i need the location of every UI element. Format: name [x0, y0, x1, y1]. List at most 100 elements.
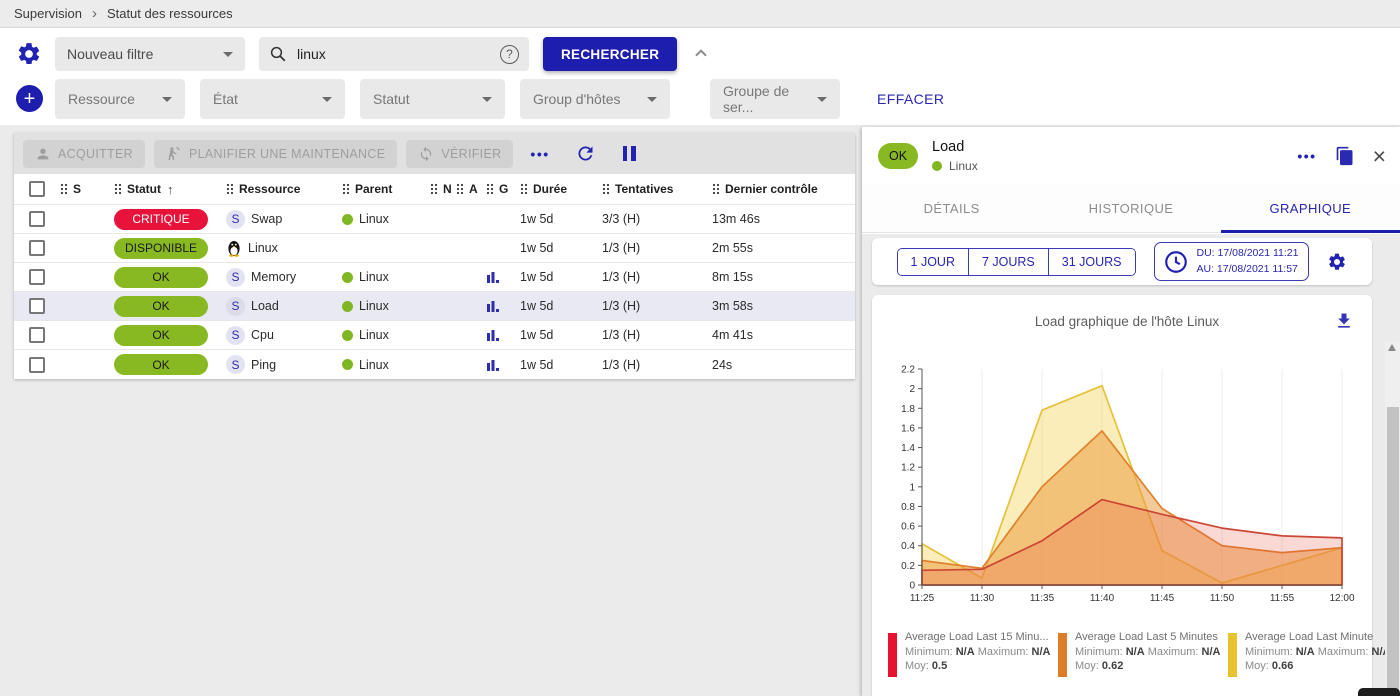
panel-header: OK Load Linux ••• ×: [862, 127, 1400, 185]
table-row[interactable]: OK SCpu Linux 1w 5d 1/3 (H) 4m 41s: [14, 321, 855, 350]
criteria-state-select[interactable]: État: [200, 79, 345, 119]
row-checkbox[interactable]: [29, 357, 45, 373]
refresh-button[interactable]: [575, 143, 596, 164]
scroll-up-arrow-icon[interactable]: [1388, 344, 1396, 351]
criteria-status-select[interactable]: Statut: [360, 79, 505, 119]
breadcrumb-item-resources-status[interactable]: Statut des ressources: [107, 6, 233, 21]
criteria-servicegroup-select[interactable]: Groupe de ser...: [710, 79, 840, 119]
legend-item[interactable]: Average Load Last Minute Minimum: N/A Ma…: [1228, 631, 1386, 677]
drag-handle-icon[interactable]: [226, 183, 233, 195]
resources-table: ACQUITTER PLANIFIER UNE MAINTENANCE VÉRI…: [14, 133, 855, 379]
range-1-day-button[interactable]: 1 JOUR: [898, 249, 969, 275]
table-row-selected[interactable]: OK SLoad Linux 1w 5d 1/3 (H) 3m 58s: [14, 292, 855, 321]
select-all-checkbox[interactable]: [29, 181, 45, 197]
duration-value: 1w 5d: [520, 358, 553, 372]
table-row[interactable]: DISPONIBLE Linux 1w 5d 1/3 (H) 2m 55s: [14, 234, 855, 263]
column-header-status[interactable]: Statut↑: [114, 182, 226, 197]
drag-handle-icon[interactable]: [60, 183, 67, 195]
breadcrumb-item-supervision[interactable]: Supervision: [14, 6, 82, 21]
graph-icon[interactable]: [486, 358, 500, 372]
sort-asc-icon[interactable]: ↑: [167, 182, 174, 197]
more-actions-button[interactable]: •••: [530, 146, 549, 162]
table-row[interactable]: OK SMemory Linux 1w 5d 1/3 (H) 8m 15s: [14, 263, 855, 292]
search-button[interactable]: RECHERCHER: [543, 37, 677, 71]
resource-name[interactable]: Cpu: [251, 328, 274, 342]
scrollbar-thumb[interactable]: [1387, 407, 1399, 696]
range-7-days-button[interactable]: 7 JOURS: [969, 249, 1049, 275]
search-input[interactable]: [297, 46, 477, 62]
row-checkbox[interactable]: [29, 327, 45, 343]
column-header-notes[interactable]: N: [430, 182, 456, 196]
column-header-graph[interactable]: G: [486, 182, 520, 196]
set-downtime-button[interactable]: PLANIFIER UNE MAINTENANCE: [154, 140, 397, 168]
drag-handle-icon[interactable]: [712, 183, 719, 195]
column-header-severity[interactable]: S: [60, 182, 114, 196]
panel-scrollbar[interactable]: [1385, 341, 1400, 696]
legend-series-name: Average Load Last 5 Minutes: [1075, 631, 1221, 643]
resource-name[interactable]: Swap: [251, 212, 282, 226]
pause-autorefresh-button[interactable]: [623, 146, 636, 161]
resource-name[interactable]: Memory: [251, 270, 296, 284]
check-button[interactable]: VÉRIFIER: [406, 140, 513, 168]
column-header-last-check[interactable]: Dernier contrôle: [712, 182, 845, 196]
tab-graph[interactable]: GRAPHIQUE: [1221, 185, 1400, 232]
copy-link-icon[interactable]: [1335, 146, 1355, 166]
legend-item[interactable]: Average Load Last 15 Minu... Minimum: N/…: [888, 631, 1046, 677]
panel-more-actions-button[interactable]: •••: [1297, 148, 1316, 164]
load-area-chart[interactable]: 00.20.40.60.811.21.41.61.822.211:2511:30…: [886, 361, 1356, 609]
tab-details[interactable]: DÉTAILS: [862, 185, 1041, 232]
parent-name[interactable]: Linux: [359, 299, 389, 313]
graph-icon[interactable]: [486, 270, 500, 284]
saved-filter-select[interactable]: Nouveau filtre: [55, 37, 245, 71]
chevron-down-icon: [322, 97, 332, 102]
column-header-ack[interactable]: A: [456, 182, 486, 196]
svg-text:2.2: 2.2: [901, 365, 915, 376]
row-checkbox[interactable]: [29, 240, 45, 256]
resource-name[interactable]: Load: [251, 299, 279, 313]
range-31-days-button[interactable]: 31 JOURS: [1049, 249, 1135, 275]
graph-settings-gear-icon[interactable]: [1327, 252, 1347, 272]
parent-name[interactable]: Linux: [359, 270, 389, 284]
acknowledge-button[interactable]: ACQUITTER: [23, 140, 145, 168]
collapse-filters-icon[interactable]: [691, 44, 711, 64]
column-header-duration[interactable]: Durée: [520, 182, 602, 196]
parent-name[interactable]: Linux: [359, 212, 389, 226]
criteria-hostgroup-select[interactable]: Group d'hôtes: [520, 79, 670, 119]
parent-name[interactable]: Linux: [359, 328, 389, 342]
panel-host-name[interactable]: Linux: [949, 159, 978, 173]
tab-history[interactable]: HISTORIQUE: [1041, 185, 1220, 232]
download-icon[interactable]: [1334, 311, 1354, 331]
drag-handle-icon[interactable]: [486, 183, 493, 195]
column-header-resource[interactable]: Ressource: [226, 182, 342, 196]
drag-handle-icon[interactable]: [342, 183, 349, 195]
table-row[interactable]: OK SPing Linux 1w 5d 1/3 (H) 24s: [14, 350, 855, 379]
legend-item[interactable]: Average Load Last 5 Minutes Minimum: N/A…: [1058, 631, 1216, 677]
drag-handle-icon[interactable]: [430, 183, 437, 195]
column-header-parent[interactable]: Parent: [342, 182, 430, 196]
close-panel-button[interactable]: ×: [1373, 145, 1386, 168]
resource-name[interactable]: Ping: [251, 358, 276, 372]
drag-handle-icon[interactable]: [602, 183, 609, 195]
custom-period-button[interactable]: DU: 17/08/2021 11:21 AU: 17/08/2021 11:5…: [1154, 242, 1310, 280]
graph-icon[interactable]: [486, 299, 500, 313]
drag-handle-icon[interactable]: [456, 183, 463, 195]
clear-filters-button[interactable]: EFFACER: [877, 91, 944, 107]
row-checkbox[interactable]: [29, 269, 45, 285]
downtime-label: PLANIFIER UNE MAINTENANCE: [189, 147, 385, 161]
help-icon[interactable]: ?: [500, 45, 519, 64]
add-criteria-button[interactable]: +: [16, 85, 43, 112]
criteria-resource-select[interactable]: Ressource: [55, 79, 185, 119]
table-row[interactable]: CRITIQUE SSwap Linux 1w 5d 3/3 (H) 13m 4…: [14, 205, 855, 234]
resource-name[interactable]: Linux: [248, 241, 278, 255]
panel-content: 1 JOUR 7 JOURS 31 JOURS DU: 17/08/2021 1…: [862, 234, 1400, 696]
row-checkbox[interactable]: [29, 298, 45, 314]
chevron-down-icon: [647, 97, 657, 102]
drag-handle-icon[interactable]: [114, 183, 121, 195]
column-header-tries[interactable]: Tentatives: [602, 182, 712, 196]
search-field[interactable]: ?: [259, 37, 529, 71]
parent-name[interactable]: Linux: [359, 358, 389, 372]
row-checkbox[interactable]: [29, 211, 45, 227]
graph-icon[interactable]: [486, 328, 500, 342]
drag-handle-icon[interactable]: [520, 183, 527, 195]
filter-settings-button[interactable]: [16, 41, 42, 67]
